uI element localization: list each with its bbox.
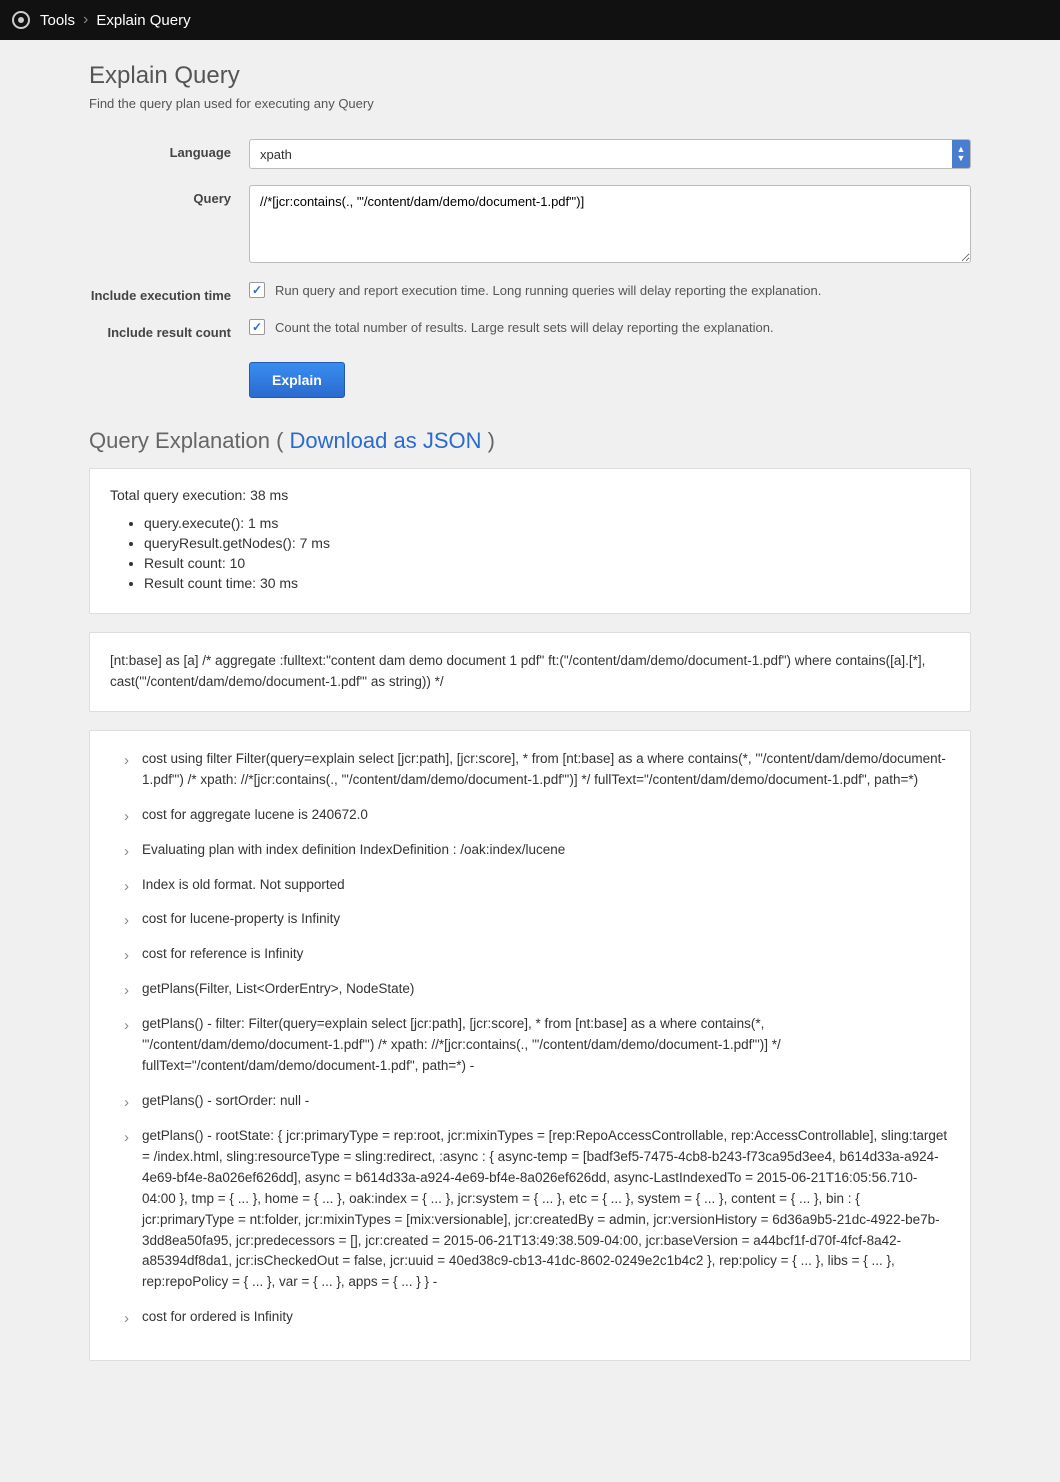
timing-item: Result count: 10 (144, 555, 950, 571)
top-bar: Tools › Explain Query (0, 0, 1060, 40)
log-line: getPlans() - filter: Filter(query=explai… (128, 1014, 950, 1077)
log-line: Evaluating plan with index definition In… (128, 840, 950, 861)
log-line: getPlans() - sortOrder: null - (128, 1091, 950, 1112)
execution-panel: Total query execution: 38 ms query.execu… (89, 468, 971, 614)
language-select-value: xpath (250, 147, 952, 162)
log-line: cost for lucene-property is Infinity (128, 909, 950, 930)
timing-item: query.execute(): 1 ms (144, 515, 950, 531)
page-title: Explain Query (89, 62, 971, 90)
include-time-checkbox[interactable]: ✓ (249, 282, 265, 298)
plan-panel: [nt:base] as [a] /* aggregate :fulltext:… (89, 632, 971, 712)
language-select[interactable]: xpath ▲▼ (249, 139, 971, 169)
app-logo-icon (12, 11, 30, 29)
log-line: getPlans() - rootState: { jcr:primaryTyp… (128, 1126, 950, 1293)
logs-panel: cost using filter Filter(query=explain s… (89, 730, 971, 1361)
explain-button[interactable]: Explain (249, 362, 345, 398)
total-execution-line: Total query execution: 38 ms (110, 487, 950, 503)
log-line: cost for reference is Infinity (128, 944, 950, 965)
query-label: Query (89, 185, 249, 206)
language-label: Language (89, 139, 249, 160)
include-count-checkbox[interactable]: ✓ (249, 319, 265, 335)
chevron-updown-icon: ▲▼ (952, 140, 970, 168)
include-time-desc: Run query and report execution time. Lon… (275, 283, 821, 298)
log-line: getPlans(Filter, List<OrderEntry>, NodeS… (128, 979, 950, 1000)
query-input[interactable] (249, 185, 971, 263)
include-time-label: Include execution time (89, 282, 249, 303)
breadcrumb-current[interactable]: Explain Query (96, 12, 190, 29)
timing-item: queryResult.getNodes(): 7 ms (144, 535, 950, 551)
results-heading: Query Explanation ( Download as JSON ) (89, 428, 971, 454)
include-count-label: Include result count (89, 319, 249, 340)
log-line: cost using filter Filter(query=explain s… (128, 749, 950, 791)
log-line: cost for ordered is Infinity (128, 1307, 950, 1328)
log-line: cost for aggregate lucene is 240672.0 (128, 805, 950, 826)
breadcrumb-root[interactable]: Tools (40, 12, 75, 29)
timing-list: query.execute(): 1 ms queryResult.getNod… (110, 515, 950, 591)
page-subtitle: Find the query plan used for executing a… (89, 96, 971, 111)
include-count-desc: Count the total number of results. Large… (275, 320, 774, 335)
timing-item: Result count time: 30 ms (144, 575, 950, 591)
log-line: Index is old format. Not supported (128, 875, 950, 896)
download-json-link[interactable]: Download as JSON (290, 428, 482, 453)
chevron-right-icon: › (83, 11, 88, 29)
